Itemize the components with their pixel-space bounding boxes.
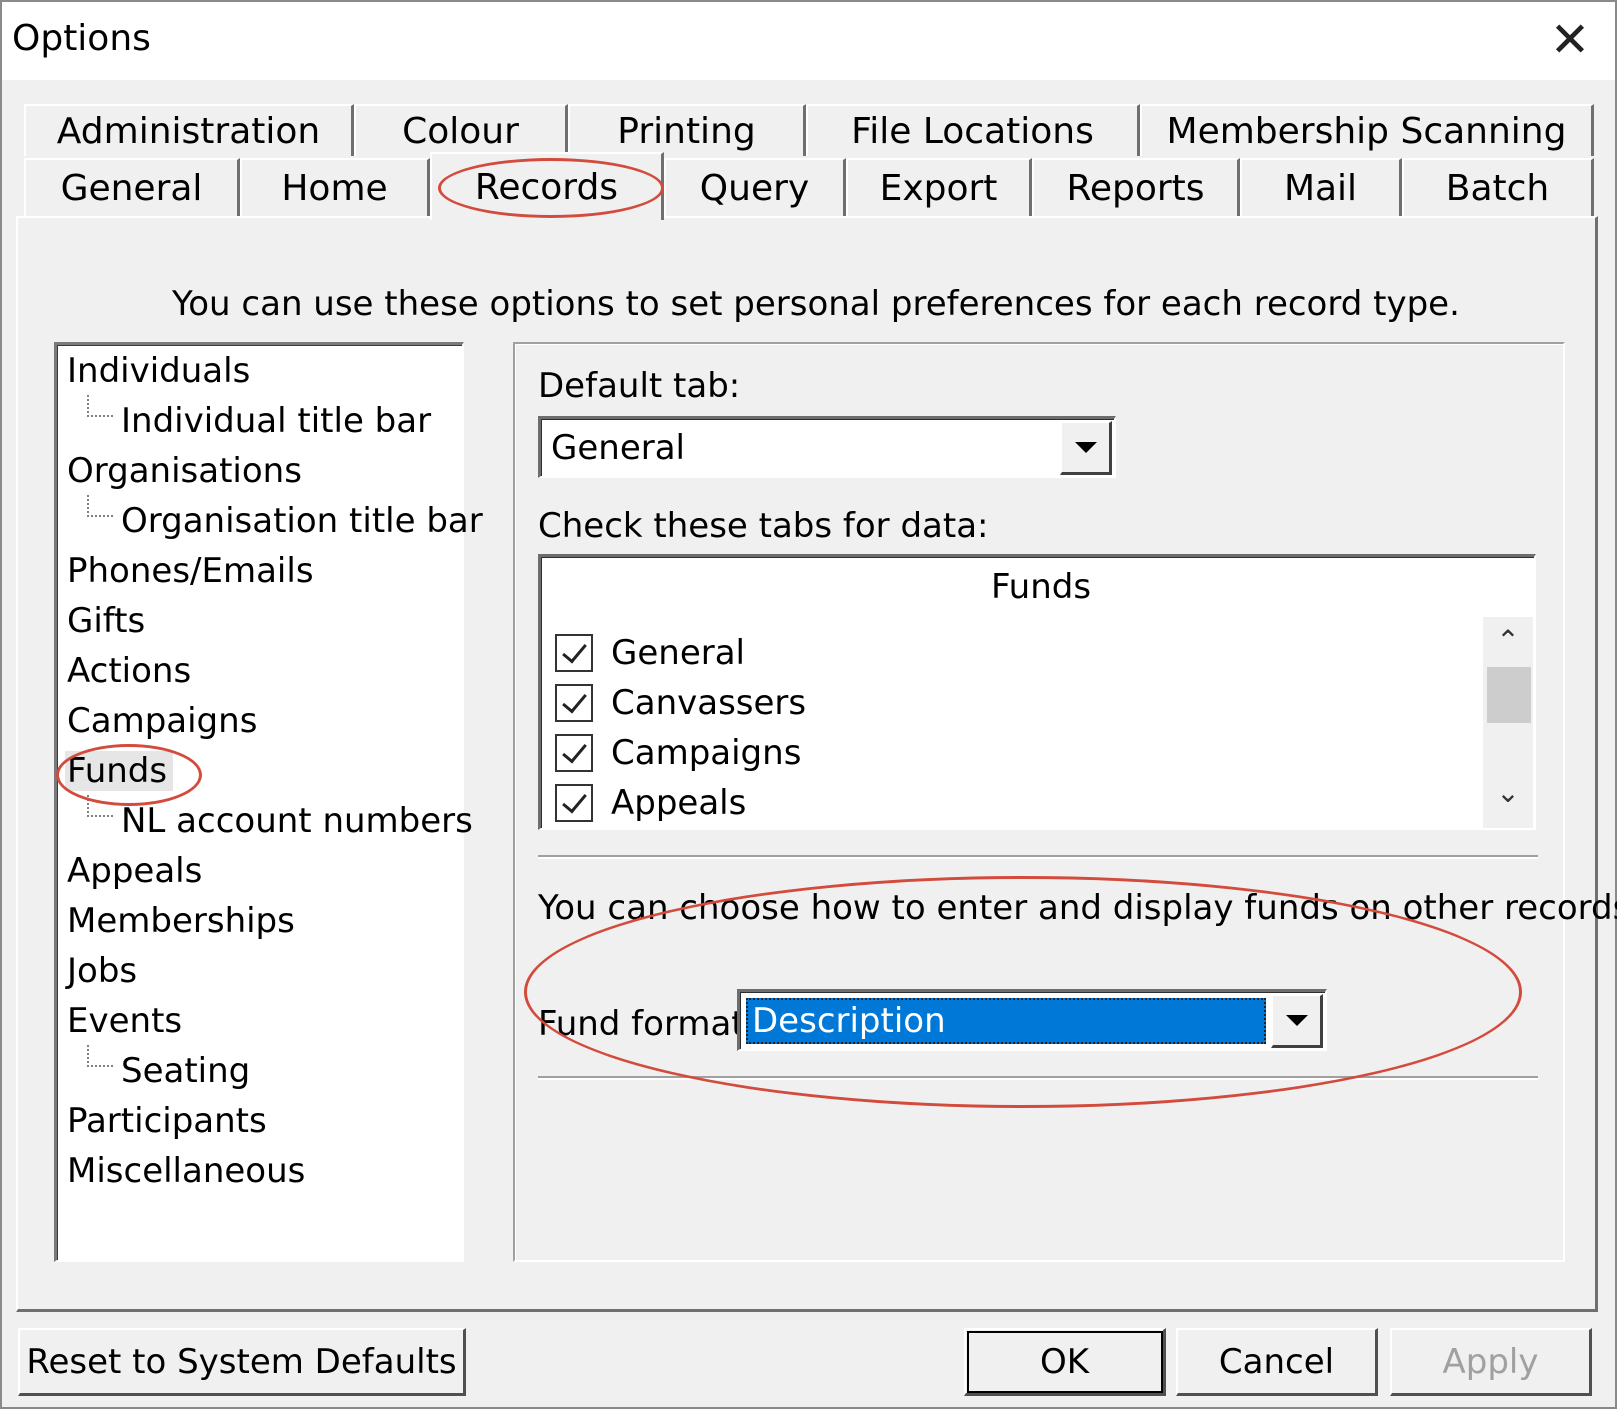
tree-item-organisation-title-bar[interactable]: Organisation title bar xyxy=(121,501,483,541)
tree-item-nl-account-numbers[interactable]: NL account numbers xyxy=(121,801,473,841)
tree-item-memberships[interactable]: Memberships xyxy=(67,901,295,941)
default-tab-label: Default tab: xyxy=(538,366,741,406)
tab-membership-scanning[interactable]: Membership Scanning xyxy=(1140,104,1594,156)
list-scrollbar[interactable]: ⌃ ⌄ xyxy=(1483,617,1533,828)
checkbox-campaigns[interactable] xyxy=(555,734,593,772)
fund-format-label: Fund format: xyxy=(538,1004,757,1044)
tree-item-jobs[interactable]: Jobs xyxy=(67,951,137,991)
default-tab-value: General xyxy=(551,427,685,468)
checkbox-appeals[interactable] xyxy=(555,784,593,822)
scroll-thumb[interactable] xyxy=(1487,667,1531,723)
tree-item-participants[interactable]: Participants xyxy=(67,1101,267,1141)
tree-item-campaigns[interactable]: Campaigns xyxy=(67,701,257,741)
fund-format-dropdown-button[interactable] xyxy=(1271,994,1323,1048)
tab-query[interactable]: Query xyxy=(664,158,846,216)
tree-connector xyxy=(87,795,113,817)
apply-button[interactable]: Apply xyxy=(1390,1328,1592,1396)
record-type-tree[interactable]: Individuals Individual title bar Organis… xyxy=(54,342,483,1262)
tab-export[interactable]: Export xyxy=(846,158,1032,216)
tree-item-events[interactable]: Events xyxy=(67,1001,182,1041)
default-tab-select[interactable]: General xyxy=(538,416,1116,478)
tree-item-actions[interactable]: Actions xyxy=(67,651,191,691)
ok-button[interactable]: OK xyxy=(964,1328,1166,1396)
tab-records[interactable]: Records xyxy=(430,152,664,220)
tab-file-locations[interactable]: File Locations xyxy=(806,104,1140,156)
reset-defaults-button[interactable]: Reset to System Defaults xyxy=(18,1328,466,1396)
tree-connector xyxy=(87,495,113,517)
cancel-button[interactable]: Cancel xyxy=(1176,1328,1378,1396)
tree-item-miscellaneous[interactable]: Miscellaneous xyxy=(67,1151,305,1191)
tab-batch[interactable]: Batch xyxy=(1402,158,1594,216)
scroll-down-icon[interactable]: ⌄ xyxy=(1483,771,1533,815)
checkbox-canvassers[interactable] xyxy=(555,684,593,722)
tree-item-funds-label: Funds xyxy=(65,751,174,791)
tab-mail[interactable]: Mail xyxy=(1240,158,1402,216)
separator xyxy=(538,1076,1538,1080)
fund-format-select[interactable]: Description xyxy=(737,989,1327,1051)
tab-general[interactable]: General xyxy=(24,158,240,216)
fund-note: You can choose how to enter and display … xyxy=(538,888,1617,928)
chevron-down-icon xyxy=(1074,442,1097,453)
tree-item-appeals[interactable]: Appeals xyxy=(67,851,202,891)
list-item-general[interactable]: General xyxy=(555,631,745,675)
close-icon[interactable]: ✕ xyxy=(1540,10,1600,70)
tree-item-gifts[interactable]: Gifts xyxy=(67,601,145,641)
checkbox-general[interactable] xyxy=(555,634,593,672)
list-item-campaigns[interactable]: Campaigns xyxy=(555,731,801,775)
tree-item-organisations[interactable]: Organisations xyxy=(67,451,302,491)
tab-home[interactable]: Home xyxy=(240,158,430,216)
tree-item-phones-emails[interactable]: Phones/Emails xyxy=(67,551,314,591)
list-item-canvassers[interactable]: Canvassers xyxy=(555,681,806,725)
chevron-down-icon xyxy=(1285,1015,1308,1026)
default-tab-dropdown-button[interactable] xyxy=(1060,421,1112,475)
tree-item-individuals[interactable]: Individuals xyxy=(67,351,250,391)
separator xyxy=(538,855,1538,859)
tab-administration[interactable]: Administration xyxy=(24,104,354,156)
list-header: Funds xyxy=(990,567,1092,607)
tree-connector xyxy=(87,1045,113,1067)
tab-reports[interactable]: Reports xyxy=(1032,158,1240,216)
check-tabs-label: Check these tabs for data: xyxy=(538,506,989,546)
title-bar xyxy=(2,2,1615,80)
tab-colour[interactable]: Colour xyxy=(354,104,568,156)
fund-format-value: Description xyxy=(746,998,1266,1044)
tree-item-funds[interactable]: Funds xyxy=(65,751,174,791)
scroll-up-icon[interactable]: ⌃ xyxy=(1483,619,1533,663)
check-tabs-list[interactable]: Funds General Canvassers Campaigns Appea… xyxy=(538,554,1536,830)
tree-item-seating[interactable]: Seating xyxy=(121,1051,250,1091)
list-item-appeals[interactable]: Appeals xyxy=(555,781,746,825)
tab-printing[interactable]: Printing xyxy=(568,104,806,156)
intro-text: You can use these options to set persona… xyxy=(172,284,1460,324)
window-title: Options xyxy=(12,18,151,59)
tree-connector xyxy=(87,395,113,417)
tree-item-individual-title-bar[interactable]: Individual title bar xyxy=(121,401,431,441)
